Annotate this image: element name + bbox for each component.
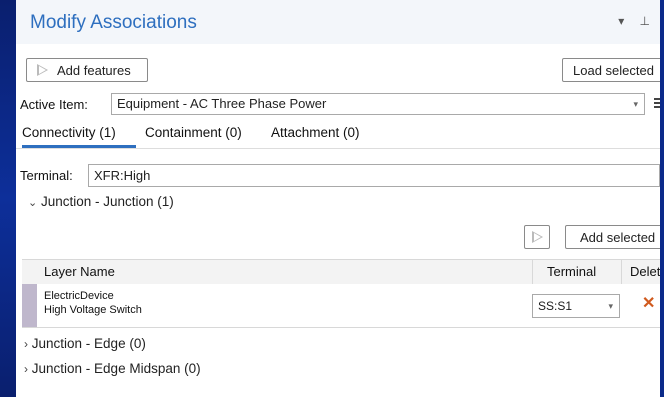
load-selected-label: Load selected <box>573 62 654 78</box>
junction-edge-midspan-section-header[interactable]: › Junction - Edge Midspan (0) <box>24 361 201 376</box>
row-selector[interactable] <box>22 284 37 327</box>
terminal-value: XFR:High <box>94 168 151 183</box>
column-separator <box>621 260 622 284</box>
chevron-right-icon: › <box>24 362 28 376</box>
add-features-label: Add features <box>57 62 131 78</box>
grid-header: Layer Name Terminal Delet <box>22 259 660 285</box>
tab-connectivity[interactable]: Connectivity (1) <box>22 125 116 140</box>
terminal-label: Terminal: <box>20 168 73 183</box>
chevron-right-icon: › <box>24 337 28 351</box>
desktop-background-right <box>660 0 664 397</box>
pane-title: Modify Associations <box>30 12 197 33</box>
terminal-dropdown[interactable]: SS:S1 ▾ <box>532 294 620 318</box>
terminal-dropdown-value: SS:S1 <box>538 299 573 313</box>
tab-attachment[interactable]: Attachment (0) <box>271 125 360 140</box>
pane-header: Modify Associations ▾ ⊥ <box>16 0 660 44</box>
add-selected-label: Add selected <box>580 229 656 245</box>
pointer-icon <box>37 64 48 76</box>
terminal-field[interactable]: XFR:High <box>88 164 660 187</box>
delete-icon[interactable]: ✕ <box>642 293 655 313</box>
chevron-down-icon: ▾ <box>608 301 613 311</box>
pane-options-icon[interactable]: ▾ ⊥ <box>618 14 656 28</box>
active-item-value: Equipment - AC Three Phase Power <box>117 96 327 111</box>
section-label: Junction - Junction (1) <box>40 194 174 209</box>
modify-associations-pane: Modify Associations ▾ ⊥ Add features Loa… <box>16 0 660 397</box>
pointer-icon <box>531 231 543 243</box>
hamburger-menu-icon[interactable] <box>654 98 660 110</box>
junction-junction-section-header[interactable]: ⌄ Junction - Junction (1) <box>28 194 174 209</box>
layer-name: ElectricDevice <box>44 290 114 302</box>
layer-name-cell: ElectricDevice High Voltage Switch <box>44 289 142 317</box>
chevron-down-icon: ⌄ <box>28 197 38 209</box>
column-header-delete[interactable]: Delet <box>630 264 660 279</box>
desktop-background <box>0 0 16 397</box>
add-features-button[interactable]: Add features <box>26 58 148 82</box>
junction-edge-section-header[interactable]: › Junction - Edge (0) <box>24 336 146 351</box>
table-row[interactable]: ElectricDevice High Voltage Switch SS:S1… <box>22 284 660 328</box>
select-tool-button[interactable] <box>524 225 550 249</box>
section-label: Junction - Edge (0) <box>31 336 146 351</box>
add-selected-button[interactable]: Add selected <box>565 225 660 249</box>
active-item-dropdown[interactable]: Equipment - AC Three Phase Power ▾ <box>111 93 645 115</box>
column-header-terminal[interactable]: Terminal <box>547 264 596 279</box>
section-label: Junction - Edge Midspan (0) <box>31 361 201 376</box>
column-separator <box>532 260 533 284</box>
active-item-label: Active Item: <box>20 97 88 112</box>
tab-divider <box>16 148 660 149</box>
load-selected-button[interactable]: Load selected <box>562 58 660 82</box>
chevron-down-icon: ▾ <box>633 99 638 109</box>
tab-containment[interactable]: Containment (0) <box>145 125 242 140</box>
column-header-layer-name[interactable]: Layer Name <box>44 264 115 279</box>
layer-subtype: High Voltage Switch <box>44 304 142 316</box>
